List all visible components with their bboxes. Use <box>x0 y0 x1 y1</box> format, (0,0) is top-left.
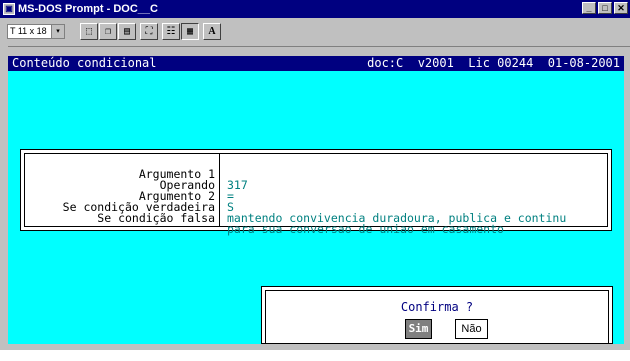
font-size-value: T 11 x 18 <box>10 26 47 36</box>
screen-title: Conteúdo condicional <box>12 56 157 70</box>
false-branch-value[interactable]: para sua conversao de uniao em casamento <box>227 223 504 235</box>
condition-panel-inner: Argumento 1 317 Operando = Argumento 2 S… <box>24 153 608 235</box>
paste-icon[interactable]: ▤ <box>118 23 136 40</box>
condition-row: Operando = <box>25 169 607 202</box>
condition-row: Se condição verdadeira mantendo conviven… <box>25 191 607 224</box>
condition-row: Argumento 2 S <box>25 180 607 213</box>
confirm-question: Confirma ? <box>400 300 474 314</box>
font-icon[interactable]: A <box>203 23 221 40</box>
mark-icon[interactable]: ⬚ <box>80 23 98 40</box>
window-frame <box>0 46 8 350</box>
screen-info: doc:C v2001 Lic 00244 01-08-2001 <box>367 56 620 70</box>
toolbar: T 11 x 18 ▾ ⬚ ❐ ▤ ⛶ ☷ ▦ A <box>0 18 630 47</box>
condition-panel: Argumento 1 317 Operando = Argumento 2 S… <box>20 149 612 235</box>
yes-button[interactable]: Sim <box>405 319 432 339</box>
dos-screen[interactable]: Conteúdo condicional doc:C v2001 Lic 002… <box>8 56 624 344</box>
condition-row: Se condição falsa para sua conversao de … <box>25 202 607 235</box>
false-branch-label: Se condição falsa <box>97 211 215 225</box>
font-size-select[interactable]: T 11 x 18 ▾ <box>7 24 65 39</box>
confirm-dialog: Confirma ? Sim Não <box>261 286 613 344</box>
fullscreen-icon[interactable]: ⛶ <box>140 23 158 40</box>
condition-row: Argumento 1 317 <box>25 158 607 191</box>
window-title: MS-DOS Prompt - DOC__C <box>18 3 158 15</box>
no-button[interactable]: Não <box>455 319 488 339</box>
close-button[interactable]: ✕ <box>614 2 628 14</box>
properties-icon[interactable]: ☷ <box>162 23 180 40</box>
bottom-edge <box>0 350 630 361</box>
maximize-button[interactable]: □ <box>598 2 612 14</box>
screen-header: Conteúdo condicional doc:C v2001 Lic 002… <box>8 56 624 71</box>
minimize-button[interactable]: _ <box>582 2 596 14</box>
background-icon[interactable]: ▦ <box>181 23 199 40</box>
copy-icon[interactable]: ❐ <box>99 23 117 40</box>
title-bar[interactable]: ▣ MS-DOS Prompt - DOC__C _ □ ✕ <box>0 0 630 18</box>
window-controls: _ □ ✕ <box>582 2 628 14</box>
msdos-icon[interactable]: ▣ <box>3 3 15 15</box>
confirm-dialog-inner: Confirma ? Sim Não <box>265 290 609 343</box>
chevron-down-icon[interactable]: ▾ <box>51 25 64 38</box>
